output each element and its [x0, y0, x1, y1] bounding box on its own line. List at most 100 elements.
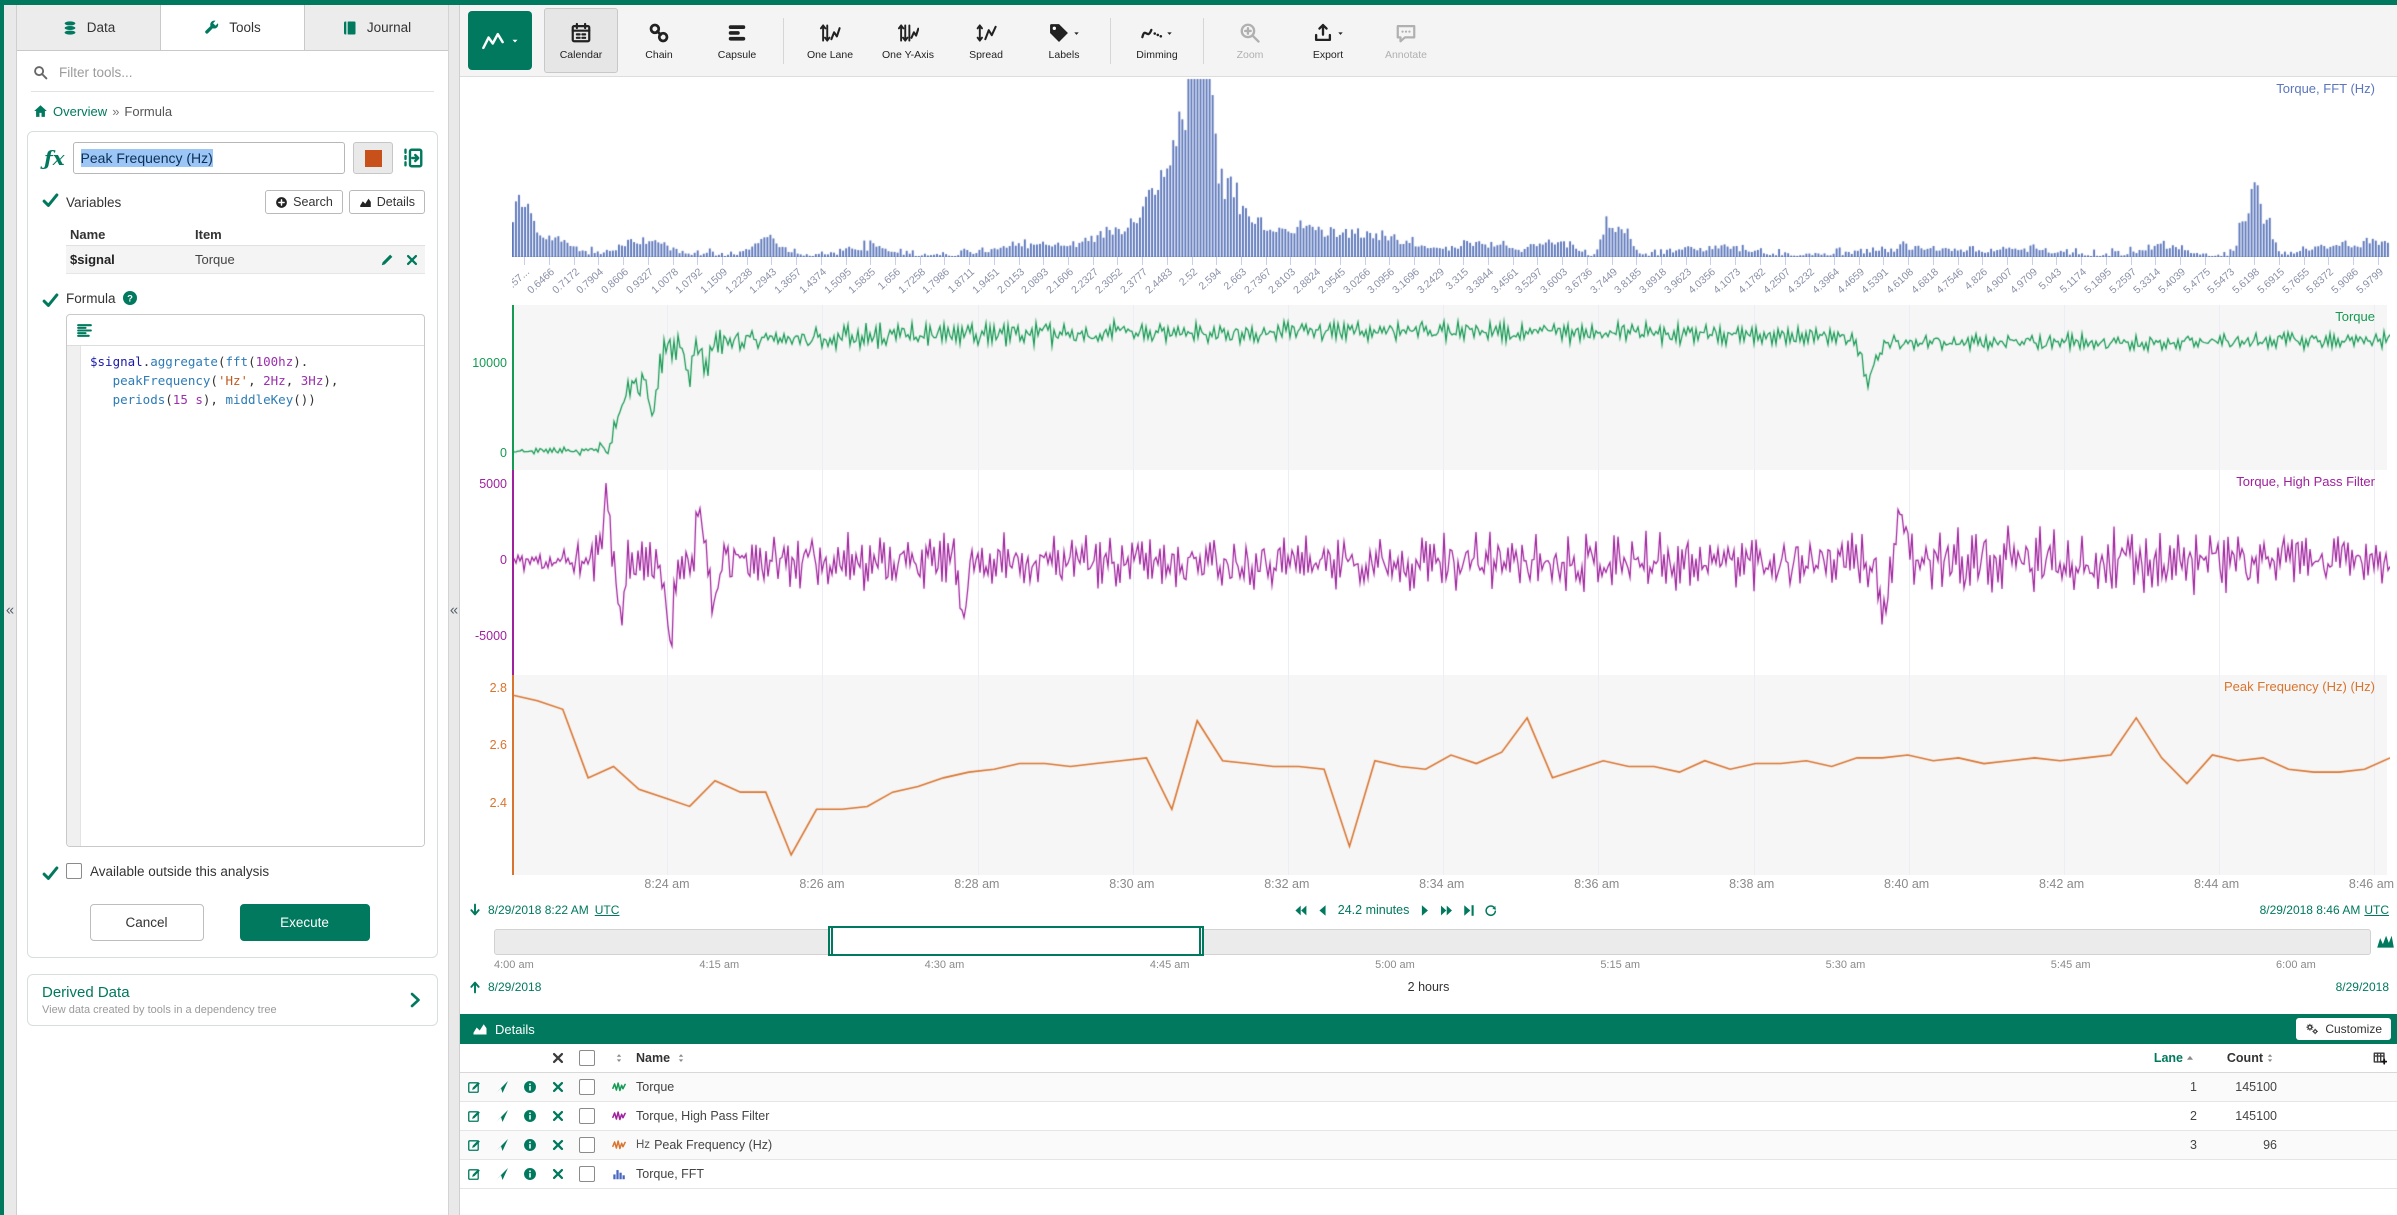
tab-tools[interactable]: Tools	[161, 5, 305, 50]
edit-square-icon[interactable]	[467, 1080, 481, 1094]
one-y-axis-button[interactable]: One Y-Axis	[871, 8, 945, 73]
step-to-end-icon[interactable]	[1462, 904, 1475, 917]
x-icon[interactable]	[551, 1138, 565, 1152]
torque-plot[interactable]: Torque	[512, 305, 2387, 470]
row-checkbox[interactable]	[579, 1079, 595, 1095]
selection-right-handle[interactable]	[1199, 926, 1204, 956]
search-button[interactable]: Search	[265, 190, 343, 214]
step-back-icon[interactable]	[1316, 904, 1329, 917]
labels-button[interactable]: Labels	[1027, 8, 1101, 73]
edit-square-icon[interactable]	[467, 1109, 481, 1123]
fft-plot[interactable]: Torque, FFT (Hz)	[512, 77, 2387, 257]
one-lane-button[interactable]: One Lane	[793, 8, 867, 73]
item-name[interactable]: Torque	[636, 1080, 674, 1094]
display-range-end[interactable]: 8/29/2018 8:46 AM	[2260, 903, 2361, 917]
spread-button[interactable]: Spread	[949, 8, 1023, 73]
step-back-fast-icon[interactable]	[1294, 904, 1307, 917]
plane-icon[interactable]	[495, 1167, 509, 1181]
step-forward-icon[interactable]	[1418, 904, 1431, 917]
name-column-header[interactable]: Name	[636, 1051, 670, 1065]
filter-tools-input[interactable]	[57, 64, 361, 81]
edit-variable-icon[interactable]	[380, 253, 394, 267]
capsule-button[interactable]: Capsule	[700, 8, 774, 73]
auto-update-icon[interactable]	[2376, 931, 2395, 950]
remove-variable-icon[interactable]	[405, 253, 419, 267]
info-icon[interactable]	[523, 1138, 537, 1152]
export-button[interactable]: Export	[1291, 8, 1365, 73]
sort-icon[interactable]	[674, 1051, 688, 1065]
x-icon[interactable]	[551, 1167, 565, 1181]
select-all-checkbox[interactable]	[579, 1050, 595, 1066]
timezone-link[interactable]: UTC	[2364, 903, 2389, 917]
left-collapse-handle[interactable]: «	[0, 5, 17, 1215]
info-icon[interactable]	[523, 1109, 537, 1123]
investigate-duration[interactable]: 2 hours	[1408, 980, 1450, 994]
fft-y-axis[interactable]	[460, 77, 512, 257]
details-row[interactable]: HzPeak Frequency (Hz)396	[460, 1131, 2397, 1160]
cancel-button[interactable]: Cancel	[90, 904, 204, 941]
home-icon[interactable]	[33, 104, 48, 119]
time-axis[interactable]: 8:24 am8:26 am8:28 am8:30 am8:32 am8:34 …	[512, 875, 2387, 897]
range-selector-track[interactable]	[494, 929, 2371, 955]
derived-data-card[interactable]: Derived Data View data created by tools …	[27, 974, 438, 1026]
row-checkbox[interactable]	[579, 1166, 595, 1182]
panel-right-icon[interactable]	[401, 146, 425, 170]
edit-square-icon[interactable]	[467, 1138, 481, 1152]
fft-series-label[interactable]: Torque, FFT (Hz)	[2276, 81, 2375, 96]
customize-button[interactable]: Customize	[2296, 1018, 2391, 1040]
sidebar-collapse-handle[interactable]: «	[448, 5, 460, 1215]
help-icon[interactable]: ?	[122, 290, 138, 306]
x-icon[interactable]	[551, 1109, 565, 1123]
high-pass-y-axis[interactable]: 50000-5000	[460, 470, 512, 675]
plane-icon[interactable]	[495, 1080, 509, 1094]
chain-button[interactable]: Chain	[622, 8, 696, 73]
count-column-header[interactable]: Count	[2227, 1051, 2263, 1065]
calendar-button[interactable]: Calendar	[544, 8, 618, 73]
step-forward-fast-icon[interactable]	[1440, 904, 1453, 917]
row-checkbox[interactable]	[579, 1108, 595, 1124]
x-icon[interactable]	[551, 1051, 565, 1065]
sort-asc-icon[interactable]	[2183, 1051, 2197, 1065]
execute-button[interactable]: Execute	[240, 904, 370, 941]
high-pass-plot[interactable]: Torque, High Pass Filter	[512, 470, 2387, 675]
lane-column-header[interactable]: Lane	[2154, 1051, 2183, 1065]
breadcrumb-overview-link[interactable]: Overview	[53, 104, 107, 119]
item-name[interactable]: Torque, High Pass Filter	[636, 1109, 769, 1123]
formula-list-icon[interactable]	[76, 322, 93, 339]
view-mode-button[interactable]	[468, 11, 532, 70]
plane-icon[interactable]	[495, 1138, 509, 1152]
selection-left-handle[interactable]	[828, 926, 833, 956]
info-icon[interactable]	[523, 1080, 537, 1094]
row-checkbox[interactable]	[579, 1137, 595, 1153]
refresh-icon[interactable]	[1484, 904, 1497, 917]
color-picker-button[interactable]	[353, 142, 393, 174]
item-name[interactable]: Torque, FFT	[636, 1167, 704, 1181]
investigate-start-date[interactable]: 8/29/2018	[488, 980, 541, 994]
display-range-start[interactable]: 8/29/2018 8:22 AM	[488, 903, 589, 917]
details-row[interactable]: Torque, High Pass Filter2145100	[460, 1102, 2397, 1131]
sort-icon[interactable]	[2263, 1051, 2277, 1065]
details-button[interactable]: Details	[349, 190, 425, 214]
investigate-end-date[interactable]: 8/29/2018	[2336, 980, 2389, 994]
torque-series-label[interactable]: Torque	[2335, 309, 2375, 324]
display-range-duration[interactable]: 24.2 minutes	[1338, 903, 1410, 917]
range-start-icon[interactable]	[468, 903, 482, 917]
peak-frequency-y-axis[interactable]: 2.82.62.4	[460, 675, 512, 875]
timezone-link[interactable]: UTC	[595, 903, 620, 917]
item-name-input[interactable]: Peak Frequency (Hz)	[73, 142, 345, 174]
high-pass-series-label[interactable]: Torque, High Pass Filter	[2236, 474, 2375, 489]
torque-y-axis[interactable]: 100000	[460, 305, 512, 470]
tab-journal[interactable]: Journal	[305, 5, 448, 50]
formula-code-area[interactable]: $signal.aggregate(fft(100hz). peakFreque…	[67, 346, 424, 846]
item-name[interactable]: Peak Frequency (Hz)	[654, 1138, 772, 1152]
range-selection[interactable]	[830, 926, 1202, 956]
tab-data[interactable]: Data	[17, 5, 161, 50]
info-icon[interactable]	[523, 1167, 537, 1181]
peak-frequency-plot[interactable]: Peak Frequency (Hz) (Hz)	[512, 675, 2387, 875]
dimming-button[interactable]: Dimming	[1120, 8, 1194, 73]
details-row[interactable]: Torque, FFT	[460, 1160, 2397, 1189]
details-row[interactable]: Torque1145100	[460, 1073, 2397, 1102]
x-icon[interactable]	[551, 1080, 565, 1094]
edit-square-icon[interactable]	[467, 1167, 481, 1181]
fft-x-axis[interactable]: 0.57...0.64660.71720.79040.86060.93271.0…	[512, 257, 2387, 305]
